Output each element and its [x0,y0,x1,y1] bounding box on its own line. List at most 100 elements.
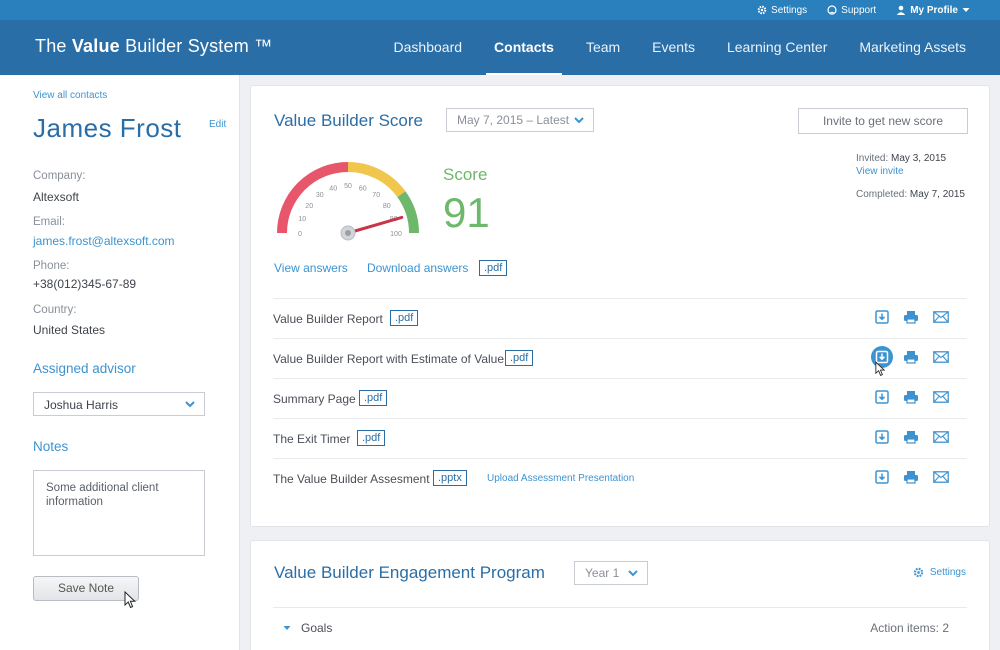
nav-marketing-assets[interactable]: Marketing Assets [859,20,966,75]
user-icon [897,5,906,15]
brand-post: Builder System ™ [125,36,273,56]
invite-new-score-button[interactable]: Invite to get new score [798,108,968,134]
download-icon[interactable] [875,390,889,404]
brand-logo[interactable]: The Value Builder System ™ [35,36,272,57]
gauge-tick-label: 0 [298,231,302,238]
answers-pdf-badge[interactable]: .pdf [479,260,508,276]
view-answers-link[interactable]: View answers [274,261,348,275]
goals-toggle[interactable]: Goals [283,621,332,635]
settings-label: Settings [771,4,808,16]
email-icon[interactable] [933,391,949,403]
email-icon[interactable] [933,431,949,443]
engagement-card-title: Value Builder Engagement Program [274,563,545,582]
gauge-tick-label: 70 [372,192,380,199]
company-label: Company: [33,170,86,182]
phone-value: +38(012)345-67-89 [33,277,137,291]
email-icon[interactable] [933,471,949,483]
gear-icon [757,5,767,15]
report-actions [875,430,949,444]
completed-label: Completed: [856,189,908,200]
year-select-value: Year 1 [585,566,620,580]
chevron-down-icon [185,401,195,408]
completed-date: May 7, 2015 [909,189,965,200]
report-row: Value Builder Report with Estimate of Va… [273,338,967,378]
nav-contacts[interactable]: Contacts [486,20,562,75]
settings-link[interactable]: Settings [757,5,807,16]
print-icon[interactable] [903,430,919,444]
score-label: Score [443,165,488,184]
download-answers-link[interactable]: Download answers [367,261,468,275]
gauge-arc-green [397,191,419,234]
email-label: Email: [33,216,65,228]
report-format-badge[interactable]: .pdf [357,430,386,446]
email-link[interactable]: james.frost@altexsoft.com [33,234,175,248]
save-note-button[interactable]: Save Note [33,576,139,601]
print-icon[interactable] [903,350,919,364]
gauge-tick-label: 30 [316,192,324,199]
country-value: United States [33,323,106,337]
year-select[interactable]: Year 1 [574,561,648,585]
value-builder-score-card: Value Builder Score May 7, 2015 – Latest… [250,85,990,527]
advisor-select[interactable]: Joshua Harris [33,392,205,416]
utility-bar: Settings Support My Profile [0,0,1000,20]
main-nav: Dashboard Contacts Team Events Learning … [394,20,966,75]
edit-contact-link[interactable]: Edit [209,119,226,130]
invited-date: May 3, 2015 [891,153,947,164]
download-icon[interactable] [875,310,889,324]
support-label: Support [841,4,877,16]
download-icon[interactable] [875,430,889,444]
notes-title: Notes [33,439,69,454]
report-row: The Value Builder Assesment .pptx Upload A… [273,458,967,498]
gauge-tick-label: 80 [383,203,391,210]
report-row: Value Builder Report .pdf [273,298,967,338]
score-date-value: May 7, 2015 – Latest [457,113,570,127]
support-icon [827,5,837,15]
country-label: Country: [33,304,77,316]
nav-dashboard[interactable]: Dashboard [394,20,463,75]
contact-sidebar: View all contacts James Frost Edit Compa… [0,75,240,650]
download-icon[interactable] [875,470,889,484]
support-link[interactable]: Support [827,5,876,16]
print-icon[interactable] [903,470,919,484]
brand-pre: The [35,36,67,56]
engagement-settings-label: Settings [929,567,966,578]
chevron-down-icon [574,117,584,124]
gauge-tick-label: 10 [298,216,306,223]
nav-team[interactable]: Team [586,20,620,75]
engagement-program-card: Value Builder Engagement Program Year 1 … [250,540,990,650]
main-header: The Value Builder System ™ Dashboard Con… [0,20,1000,75]
profile-menu[interactable]: My Profile [896,5,970,16]
report-title: Summary Page [273,392,356,406]
report-title: Value Builder Report with Estimate of Va… [273,352,505,366]
engagement-settings-link[interactable]: Settings [913,567,966,578]
nav-events[interactable]: Events [652,20,695,75]
view-invite-link[interactable]: View invite [856,166,904,177]
gauge-arc-red [277,162,349,234]
report-actions [875,310,949,324]
report-format-badge[interactable]: .pdf [505,350,534,366]
report-format-badge[interactable]: .pptx [433,470,467,486]
notes-textarea[interactable]: Some additional client information [33,470,205,556]
score-date-select[interactable]: May 7, 2015 – Latest [446,108,594,132]
invited-meta: Invited: May 3, 2015 [856,153,966,164]
gauge-tick-label: 50 [344,183,352,190]
gauge-tick-label: 20 [305,203,313,210]
print-icon[interactable] [903,310,919,324]
email-icon[interactable] [933,311,949,323]
score-gauge: 0102030405060708090100 [277,162,419,241]
goals-label: Goals [301,621,333,635]
upload-presentation-link[interactable]: Upload Assessment Presentation [487,473,634,484]
print-icon[interactable] [903,390,919,404]
gauge-tick-label: 40 [329,185,337,192]
brand-bold: Value [71,36,120,56]
gauge-tick-label: 100 [390,231,402,238]
view-all-contacts-link[interactable]: View all contacts [33,90,107,101]
report-format-badge[interactable]: .pdf [359,390,388,406]
email-icon[interactable] [933,351,949,363]
action-items-count: Action items: 2 [870,621,949,635]
report-format-badge[interactable]: .pdf [390,310,419,326]
report-actions [875,470,949,484]
chevron-down-icon [628,570,638,577]
nav-learning-center[interactable]: Learning Center [727,20,827,75]
caret-down-icon [283,626,291,630]
